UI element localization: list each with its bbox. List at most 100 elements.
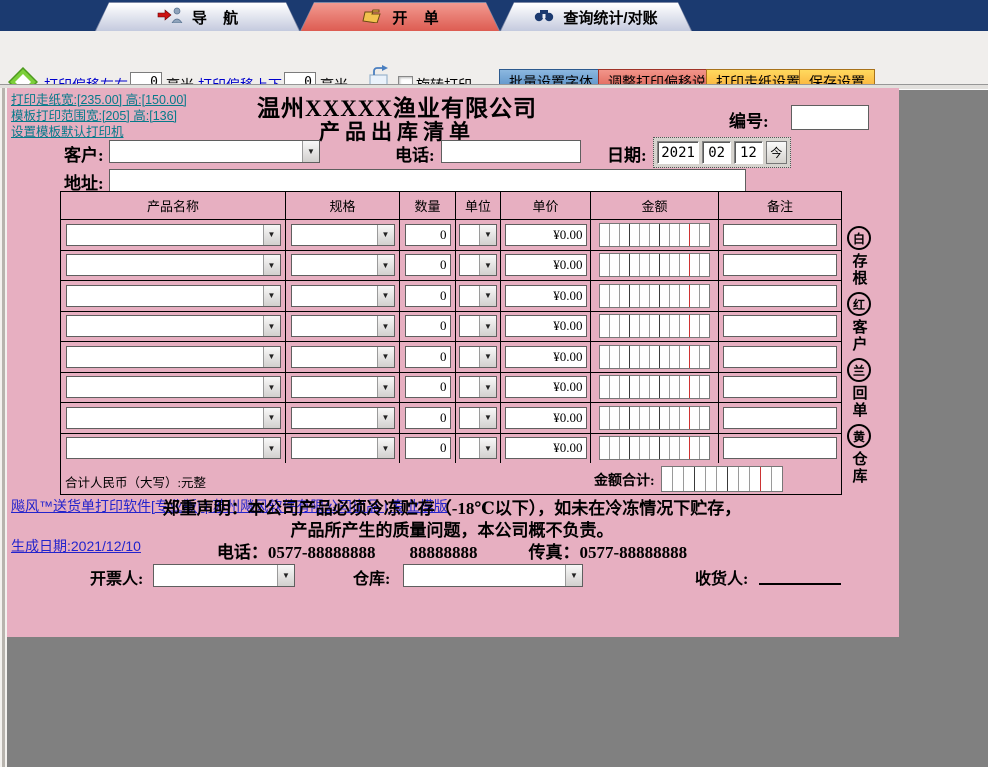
chevron-down-icon[interactable]: ▼ <box>479 316 496 336</box>
chevron-down-icon[interactable]: ▼ <box>377 438 394 458</box>
customer-combo[interactable]: ▼ <box>109 140 320 163</box>
chevron-down-icon[interactable]: ▼ <box>263 316 280 336</box>
chevron-down-icon[interactable]: ▼ <box>277 565 294 586</box>
note-input-8[interactable] <box>723 437 837 459</box>
qty-input-8[interactable] <box>405 437 451 459</box>
digit-cell <box>670 407 680 429</box>
warehouse-combo[interactable]: ▼ <box>403 564 583 587</box>
spec-combo-5[interactable]: ▼ <box>291 346 395 368</box>
chevron-down-icon[interactable]: ▼ <box>377 225 394 245</box>
chevron-down-icon[interactable]: ▼ <box>377 286 394 306</box>
product-combo-3[interactable]: ▼ <box>66 285 281 307</box>
qty-input-7[interactable] <box>405 407 451 429</box>
spec-combo-2[interactable]: ▼ <box>291 254 395 276</box>
product-combo-2[interactable]: ▼ <box>66 254 281 276</box>
chevron-down-icon[interactable]: ▼ <box>302 141 319 162</box>
product-combo-1[interactable]: ▼ <box>66 224 281 246</box>
chevron-down-icon[interactable]: ▼ <box>263 225 280 245</box>
note-input-6[interactable] <box>723 376 837 398</box>
qty-input-5[interactable] <box>405 346 451 368</box>
default-printer-link[interactable]: 设置模板默认打印机 <box>11 121 124 140</box>
price-input-7[interactable] <box>505 407 587 429</box>
note-input-7[interactable] <box>723 407 837 429</box>
date-day-field[interactable]: 12 <box>734 141 763 164</box>
chevron-down-icon[interactable]: ▼ <box>479 255 496 275</box>
address-input[interactable] <box>109 169 746 192</box>
chevron-down-icon[interactable]: ▼ <box>263 347 280 367</box>
unit-combo-1[interactable]: ▼ <box>459 224 497 246</box>
qty-input-2[interactable] <box>405 254 451 276</box>
tab-navigation[interactable]: 导 航 <box>95 2 300 31</box>
chevron-down-icon[interactable]: ▼ <box>377 316 394 336</box>
tab-create-order[interactable]: 开 单 <box>300 2 500 31</box>
tab-query-stats[interactable]: 查询统计/对账 <box>500 2 692 31</box>
product-combo-4[interactable]: ▼ <box>66 315 281 337</box>
qty-input-3[interactable] <box>405 285 451 307</box>
chevron-down-icon[interactable]: ▼ <box>263 438 280 458</box>
spec-combo-7[interactable]: ▼ <box>291 407 395 429</box>
chevron-down-icon[interactable]: ▼ <box>263 377 280 397</box>
spec-combo-8[interactable]: ▼ <box>291 437 395 459</box>
unit-combo-6[interactable]: ▼ <box>459 376 497 398</box>
product-combo-8[interactable]: ▼ <box>66 437 281 459</box>
date-month-field[interactable]: 02 <box>702 141 731 164</box>
chevron-down-icon[interactable]: ▼ <box>479 286 496 306</box>
amount-digit-grid-2 <box>599 253 710 277</box>
no-input[interactable] <box>791 105 869 130</box>
chevron-down-icon[interactable]: ▼ <box>263 286 280 306</box>
digit-cell <box>700 254 709 276</box>
left-splitter[interactable] <box>0 88 7 767</box>
unit-combo-5[interactable]: ▼ <box>459 346 497 368</box>
digit-cell <box>650 254 660 276</box>
chevron-down-icon[interactable]: ▼ <box>263 255 280 275</box>
date-picker[interactable]: 2021 02 12 今 <box>653 137 791 168</box>
chevron-down-icon[interactable]: ▼ <box>479 347 496 367</box>
item-row-4-cell-3: ▼ <box>456 312 501 342</box>
spec-combo-6[interactable]: ▼ <box>291 376 395 398</box>
spec-combo-3[interactable]: ▼ <box>291 285 395 307</box>
note-input-3[interactable] <box>723 285 837 307</box>
date-year-field[interactable]: 2021 <box>657 141 699 164</box>
note-input-5[interactable] <box>723 346 837 368</box>
unit-combo-3[interactable]: ▼ <box>459 285 497 307</box>
price-input-5[interactable] <box>505 346 587 368</box>
price-input-6[interactable] <box>505 376 587 398</box>
note-input-1[interactable] <box>723 224 837 246</box>
chevron-down-icon[interactable]: ▼ <box>377 408 394 428</box>
note-input-4[interactable] <box>723 315 837 337</box>
chevron-down-icon[interactable]: ▼ <box>479 225 496 245</box>
chevron-down-icon[interactable]: ▼ <box>479 377 496 397</box>
chevron-down-icon[interactable]: ▼ <box>565 565 582 586</box>
qty-input-4[interactable] <box>405 315 451 337</box>
copies-legend: 白存根红客户兰回单黄仓库 <box>845 226 873 485</box>
date-today-button[interactable]: 今 <box>766 141 787 164</box>
chevron-down-icon[interactable]: ▼ <box>377 255 394 275</box>
digit-cell <box>680 285 690 307</box>
phone-input[interactable] <box>441 140 581 163</box>
chevron-down-icon[interactable]: ▼ <box>479 408 496 428</box>
product-combo-5[interactable]: ▼ <box>66 346 281 368</box>
chevron-down-icon[interactable]: ▼ <box>377 377 394 397</box>
chevron-down-icon[interactable]: ▼ <box>377 347 394 367</box>
issuer-combo-value <box>154 565 277 586</box>
unit-combo-4[interactable]: ▼ <box>459 315 497 337</box>
product-combo-6[interactable]: ▼ <box>66 376 281 398</box>
copy-color-icon: 兰 <box>847 358 871 382</box>
price-input-2[interactable] <box>505 254 587 276</box>
spec-combo-4[interactable]: ▼ <box>291 315 395 337</box>
spec-combo-1[interactable]: ▼ <box>291 224 395 246</box>
note-input-2[interactable] <box>723 254 837 276</box>
issuer-combo[interactable]: ▼ <box>153 564 295 587</box>
product-combo-7[interactable]: ▼ <box>66 407 281 429</box>
unit-combo-7[interactable]: ▼ <box>459 407 497 429</box>
price-input-4[interactable] <box>505 315 587 337</box>
price-input-1[interactable] <box>505 224 587 246</box>
chevron-down-icon[interactable]: ▼ <box>263 408 280 428</box>
chevron-down-icon[interactable]: ▼ <box>479 438 496 458</box>
qty-input-6[interactable] <box>405 376 451 398</box>
unit-combo-8[interactable]: ▼ <box>459 437 497 459</box>
price-input-8[interactable] <box>505 437 587 459</box>
qty-input-1[interactable] <box>405 224 451 246</box>
unit-combo-2[interactable]: ▼ <box>459 254 497 276</box>
price-input-3[interactable] <box>505 285 587 307</box>
